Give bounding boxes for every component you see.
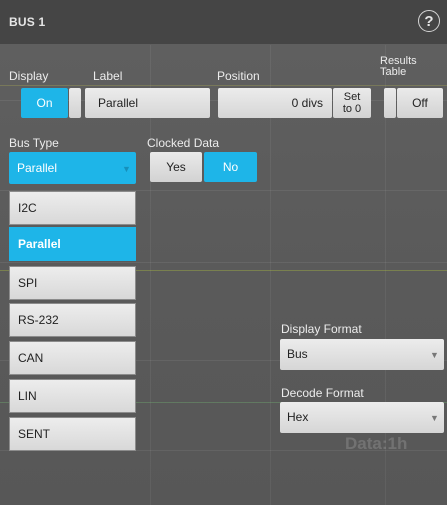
display-format-select[interactable]: Bus ▼ xyxy=(280,339,444,370)
question-circle-icon[interactable]: ? xyxy=(418,10,440,32)
bus-type-select[interactable]: Parallel ▼ xyxy=(9,152,136,184)
decode-format-value: Hex xyxy=(287,410,309,424)
decode-format-label: Decode Format xyxy=(281,386,364,400)
clocked-data-no-button[interactable]: No xyxy=(204,152,257,182)
display-label: Display xyxy=(9,69,49,83)
set-to-zero-line2: to 0 xyxy=(342,103,362,115)
results-table-toggle-off[interactable]: Off xyxy=(397,88,443,118)
display-format-label: Display Format xyxy=(281,322,362,336)
chevron-down-icon: ▼ xyxy=(430,413,439,423)
bus-config-panel: BUS 1 ? Display On Label Parallel Positi… xyxy=(0,0,447,505)
results-table-toggle-switch[interactable] xyxy=(384,88,396,118)
set-to-zero-button[interactable]: Set to 0 xyxy=(333,88,371,118)
results-table-label-line2: Table xyxy=(380,66,407,78)
bus-type-option-i2c[interactable]: I2C xyxy=(9,191,136,225)
position-label: Position xyxy=(217,69,260,83)
label-input[interactable]: Parallel xyxy=(85,88,210,118)
display-format-value: Bus xyxy=(287,347,308,361)
window-title: BUS 1 xyxy=(9,15,46,29)
bus-type-option-sent[interactable]: SENT xyxy=(9,417,136,451)
background-data-readout: Data:1h xyxy=(345,434,408,453)
bus-type-option-lin[interactable]: LIN xyxy=(9,379,136,413)
bus-type-option-parallel[interactable]: Parallel xyxy=(9,227,136,261)
decode-format-select[interactable]: Hex ▼ xyxy=(280,402,444,433)
bus-type-selected-value: Parallel xyxy=(17,161,58,175)
set-to-zero-line1: Set xyxy=(343,91,361,103)
bus-type-option-spi[interactable]: SPI xyxy=(9,266,136,300)
display-toggle-switch[interactable] xyxy=(69,88,81,118)
bus-type-label: Bus Type xyxy=(9,136,59,150)
clocked-data-yes-button[interactable]: Yes xyxy=(150,152,202,182)
label-field-label: Label xyxy=(93,69,123,83)
position-input[interactable]: 0 divs xyxy=(218,88,332,118)
title-bar: BUS 1 ? xyxy=(0,0,447,44)
chevron-down-icon: ▼ xyxy=(430,350,439,360)
bus-type-option-can[interactable]: CAN xyxy=(9,341,136,375)
display-toggle-on[interactable]: On xyxy=(21,88,68,118)
results-table-label: Results Table xyxy=(380,56,417,78)
grid-line xyxy=(0,262,447,263)
bus-type-option-rs232[interactable]: RS-232 xyxy=(9,303,136,337)
waveform-trace xyxy=(0,85,447,86)
clocked-data-label: Clocked Data xyxy=(147,136,220,150)
chevron-down-icon: ▼ xyxy=(122,164,131,174)
